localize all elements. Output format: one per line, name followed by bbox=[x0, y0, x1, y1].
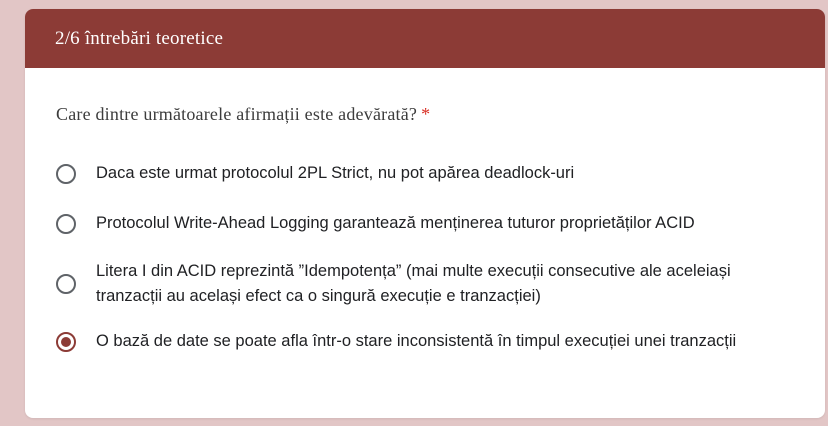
radio-button[interactable] bbox=[56, 274, 76, 294]
option-3[interactable]: Litera I din ACID reprezintă ”Idempotenț… bbox=[56, 259, 786, 309]
option-label: Daca este urmat protocolul 2PL Strict, n… bbox=[96, 164, 575, 182]
question-title: Care dintre următoarele afirmații este a… bbox=[56, 104, 430, 125]
section-title: 2/6 întrebări teoretice bbox=[55, 27, 224, 49]
option-label: Litera I din ACID reprezintă ”Idempotenț… bbox=[96, 262, 731, 305]
option-1[interactable]: Daca este urmat protocolul 2PL Strict, n… bbox=[56, 161, 786, 186]
question-text: Care dintre următoarele afirmații este a… bbox=[56, 104, 418, 124]
question-card: 2/6 întrebări teoretice Care dintre urmă… bbox=[25, 9, 825, 418]
radio-button[interactable] bbox=[56, 213, 76, 234]
option-2[interactable]: Protocolul Write-Ahead Logging garanteaz… bbox=[56, 211, 786, 236]
radio-button-selected[interactable] bbox=[56, 331, 76, 352]
radio-button[interactable] bbox=[56, 163, 76, 184]
section-header: 2/6 întrebări teoretice bbox=[25, 9, 825, 68]
option-4[interactable]: O bază de date se poate afla într-o star… bbox=[56, 329, 786, 354]
required-asterisk: * bbox=[421, 104, 431, 124]
option-label: O bază de date se poate afla într-o star… bbox=[96, 332, 737, 350]
option-label: Protocolul Write-Ahead Logging garanteaz… bbox=[96, 214, 695, 232]
